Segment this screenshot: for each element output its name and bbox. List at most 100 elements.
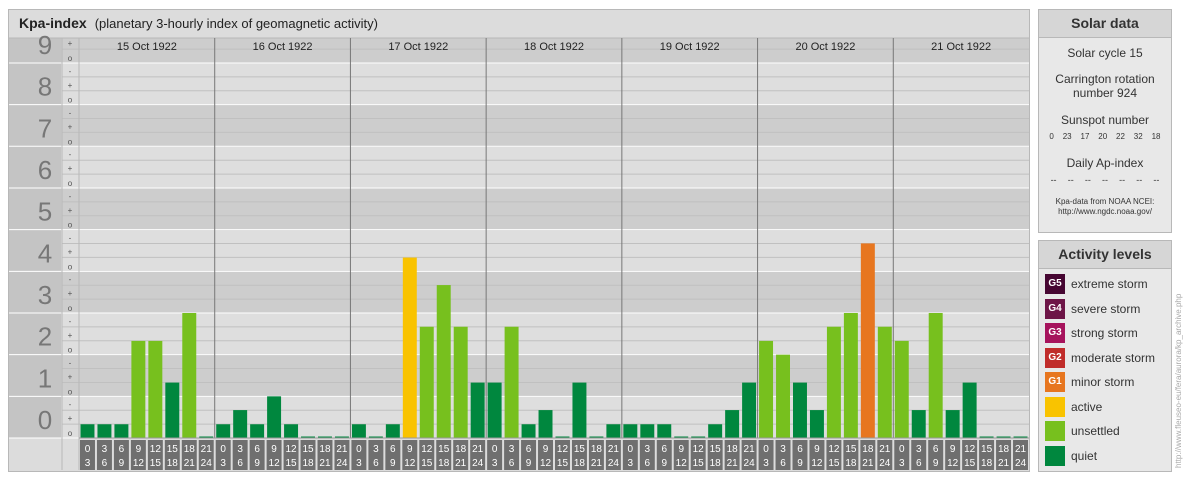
level-swatch: G1 — [1045, 372, 1065, 393]
level-swatch: G5 — [1045, 274, 1065, 295]
y-subtick-label: - — [69, 275, 72, 284]
kp-bar — [776, 354, 790, 438]
sunspot-values: 0 23 17 20 22 32 18 — [1039, 132, 1171, 141]
y-tick-label: 8 — [38, 72, 52, 102]
level-swatch — [1045, 421, 1065, 442]
hour-label-start: 21 — [201, 444, 213, 455]
hour-label-end: 15 — [285, 458, 297, 469]
hour-label-start: 15 — [302, 444, 314, 455]
hour-label-end: 18 — [302, 458, 314, 469]
hour-label-start: 15 — [710, 444, 722, 455]
activity-level-quiet: quiet — [1039, 444, 1171, 469]
kp-bar — [742, 382, 757, 438]
hour-label-start: 12 — [964, 444, 976, 455]
y-subtick-label: o — [68, 304, 73, 313]
day-label: 16 Oct 1922 — [253, 41, 313, 53]
level-name: unsettled — [1071, 424, 1120, 439]
kp-bar — [877, 326, 892, 438]
solar-data-title: Solar data — [1039, 10, 1171, 38]
hour-label-end: 9 — [933, 458, 939, 469]
hour-label-start: 0 — [628, 444, 634, 455]
hour-label-start: 0 — [492, 444, 498, 455]
solar-cycle: Solar cycle 15 — [1067, 46, 1143, 60]
day-label: 15 Oct 1922 — [117, 41, 177, 53]
hour-label-start: 9 — [136, 444, 142, 455]
y-tick-label: 7 — [38, 113, 52, 143]
hour-label-end: 9 — [797, 458, 803, 469]
activity-levels-title: Activity levels — [1039, 241, 1171, 269]
activity-level-severe-storm: G4 severe storm — [1039, 297, 1171, 322]
y-tick-label: 5 — [38, 197, 52, 227]
ap-values: -- -- -- -- -- -- -- — [1039, 175, 1171, 185]
y-subtick-label: + — [68, 164, 73, 173]
kp-bar — [131, 340, 146, 438]
hour-label-start: 6 — [661, 444, 667, 455]
level-name: minor storm — [1071, 375, 1135, 390]
hour-label-end: 12 — [947, 458, 959, 469]
vertical-credit: http://www.fleuseo-eu/fera/aurora/kp_arc… — [1174, 293, 1183, 468]
kp-bar — [894, 340, 909, 438]
y-subtick-label: + — [68, 331, 73, 340]
ylabel-cell-5 — [9, 187, 61, 230]
hour-label-start: 15 — [845, 444, 857, 455]
hour-label-end: 3 — [492, 458, 498, 469]
ylabel-cell-2 — [9, 312, 61, 355]
kp-bar — [504, 326, 519, 438]
hour-label-end: 6 — [645, 458, 651, 469]
hour-label-end: 21 — [727, 458, 739, 469]
hour-label-end: 24 — [201, 458, 213, 469]
kp-bar — [911, 410, 926, 438]
kp-bar — [945, 410, 960, 438]
kp-bar — [165, 382, 180, 438]
sunspot-value: 20 — [1098, 132, 1108, 141]
kp-bar — [928, 312, 943, 438]
kp-bar — [521, 424, 536, 438]
hour-label-start: 3 — [780, 444, 786, 455]
hour-label-start: 18 — [862, 444, 874, 455]
hour-label-start: 9 — [678, 444, 684, 455]
hour-label-start: 18 — [727, 444, 739, 455]
hour-label-end: 3 — [628, 458, 634, 469]
activity-level-active: active — [1039, 395, 1171, 420]
hour-label-start: 0 — [85, 444, 91, 455]
hour-label-start: 15 — [438, 444, 450, 455]
sunspot-value: 22 — [1116, 132, 1125, 141]
hour-label-end: 21 — [998, 458, 1010, 469]
kp-bar — [725, 410, 740, 438]
hour-label-start: 9 — [543, 444, 549, 455]
y-subtick-label: o — [68, 429, 73, 438]
hour-label-start: 15 — [981, 444, 993, 455]
hour-label-start: 12 — [421, 444, 433, 455]
hour-label-end: 18 — [710, 458, 722, 469]
activity-level-unsettled: unsettled — [1039, 419, 1171, 444]
carrington-rotation-line2: number 924 — [1072, 86, 1138, 100]
ylabel-cell-7 — [9, 104, 61, 147]
hour-label-start: 12 — [150, 444, 162, 455]
y-subtick-label: o — [68, 179, 73, 188]
kp-bar — [470, 382, 485, 438]
hour-label-end: 12 — [811, 458, 823, 469]
band-4 — [29, 229, 1029, 272]
data-credit-line2: http://www.ngdc.noaa.gov/ — [1058, 207, 1152, 216]
kp-bar — [385, 424, 400, 438]
kpa-chart-panel: 0 o + - 1 o + - 2 o + - 3 o + - 4 o + - 5 o + - 6 o + - 7 o + - 8 o + - 9 o +1… — [8, 9, 1030, 472]
y-subtick-label: o — [68, 262, 73, 271]
ap-value: -- — [1119, 175, 1126, 185]
y-subtick-label: + — [68, 289, 73, 298]
hour-label-start: 3 — [102, 444, 108, 455]
level-swatch: G4 — [1045, 298, 1065, 319]
hour-label-end: 18 — [845, 458, 857, 469]
kp-bar — [284, 424, 299, 438]
hour-label-start: 6 — [797, 444, 803, 455]
day-label: 18 Oct 1922 — [524, 41, 584, 53]
y-tick-label: 3 — [38, 280, 52, 310]
kp-bar — [572, 382, 587, 438]
hour-label-end: 6 — [102, 458, 108, 469]
hour-label-end: 18 — [981, 458, 993, 469]
ap-value: -- — [1050, 175, 1057, 185]
kp-bar — [657, 424, 672, 438]
y-subtick-label: o — [68, 221, 73, 230]
hour-label-end: 21 — [319, 458, 331, 469]
kp-bar — [623, 424, 638, 438]
level-name: quiet — [1071, 448, 1098, 463]
